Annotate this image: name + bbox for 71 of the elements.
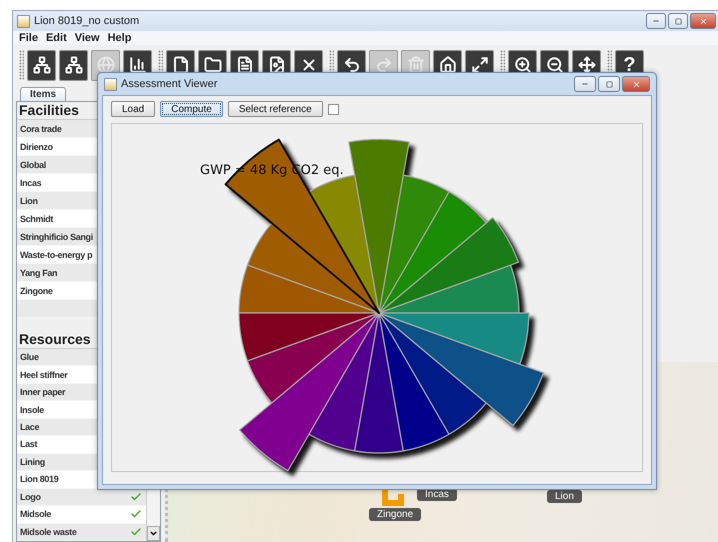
- resource-name: Logo: [20, 492, 41, 502]
- chevron-down-icon: [149, 529, 158, 538]
- resource-row[interactable]: Midsole waste: [17, 524, 146, 541]
- toolbar-button[interactable]: [27, 50, 56, 80]
- close-icon: [632, 80, 640, 88]
- minimize-button[interactable]: [574, 76, 596, 92]
- resource-name: Lion 8019: [20, 474, 58, 484]
- close-icon: [698, 16, 708, 26]
- app-icon: [17, 14, 30, 28]
- zoom-in-icon: [514, 56, 532, 74]
- resource-name: Last: [20, 439, 38, 450]
- dialog-button[interactable]: Select reference: [228, 101, 323, 117]
- section-heading: Resources: [18, 331, 92, 348]
- resource-name: Lace: [20, 422, 40, 432]
- resource-name: Midsole waste: [20, 526, 76, 537]
- section-heading: Facilities: [18, 102, 80, 119]
- map-marker-label[interactable]: Lion: [547, 490, 582, 503]
- folder-icon: [204, 56, 222, 74]
- undo-icon: [342, 56, 360, 74]
- facility-name: Stringhificio Sangi: [20, 232, 93, 242]
- zoom-out-icon: [546, 56, 564, 74]
- maximize-icon: [674, 18, 682, 24]
- list-document-icon: [236, 56, 254, 74]
- facility-name: Zingone: [20, 286, 53, 296]
- image-document-icon: [268, 56, 286, 74]
- resource-name: Insole: [20, 404, 44, 415]
- resource-name: Lining: [20, 456, 45, 467]
- resource-name: Heel stiffner: [20, 370, 68, 380]
- facility-name: Waste-to-energy p: [20, 250, 92, 260]
- home-icon: [438, 56, 456, 74]
- facility-name: Yang Fan: [20, 268, 58, 278]
- redo-icon: [374, 56, 392, 74]
- dialog-button[interactable]: Compute: [160, 101, 223, 117]
- toolbar-button[interactable]: [59, 50, 88, 80]
- map-marker-label[interactable]: Zingone: [369, 508, 422, 521]
- resource-name: Midsole: [20, 509, 52, 520]
- dialog-title: Assessment Viewer: [121, 78, 218, 90]
- facility-name: Global: [20, 160, 46, 170]
- document-icon: [172, 56, 190, 74]
- app-icon: [104, 78, 117, 90]
- resource-name: Glue: [20, 352, 39, 362]
- reference-checkbox[interactable]: [328, 104, 339, 114]
- close-button[interactable]: [622, 76, 650, 92]
- trash-icon: [406, 56, 424, 74]
- menu-item[interactable]: Edit: [46, 32, 67, 44]
- menu-item[interactable]: File: [19, 32, 38, 44]
- resource-row[interactable]: Logo: [17, 488, 146, 506]
- resource-name: Inner paper: [20, 387, 66, 398]
- minimize-button[interactable]: [646, 13, 666, 29]
- move-arrows-icon: [578, 56, 596, 74]
- facility-name: Cora trade: [20, 124, 62, 134]
- scroll-down-button[interactable]: [147, 526, 160, 541]
- close-button[interactable]: [690, 13, 716, 29]
- facility-name: Lion: [20, 196, 38, 206]
- hierarchy-icon: [32, 56, 50, 74]
- facility-name: Dirienzo: [20, 142, 53, 152]
- menu-item[interactable]: Help: [108, 32, 132, 44]
- maximize-button[interactable]: [668, 13, 688, 29]
- facility-name: Schmidt: [20, 214, 54, 224]
- resource-row[interactable]: Midsole: [17, 506, 146, 524]
- globe-icon: [96, 56, 114, 74]
- toolbar-grip[interactable]: [19, 50, 24, 80]
- maximize-button[interactable]: [598, 76, 620, 92]
- bar-chart-icon: [128, 56, 146, 74]
- hierarchy-icon: [64, 56, 82, 74]
- menu-item[interactable]: View: [74, 32, 100, 44]
- facility-name: Incas: [20, 178, 42, 188]
- window-title: Lion 8019_no custom: [34, 15, 140, 27]
- items-tab[interactable]: Items: [20, 87, 66, 101]
- dialog-button[interactable]: Load: [111, 101, 156, 117]
- maximize-icon: [606, 80, 612, 88]
